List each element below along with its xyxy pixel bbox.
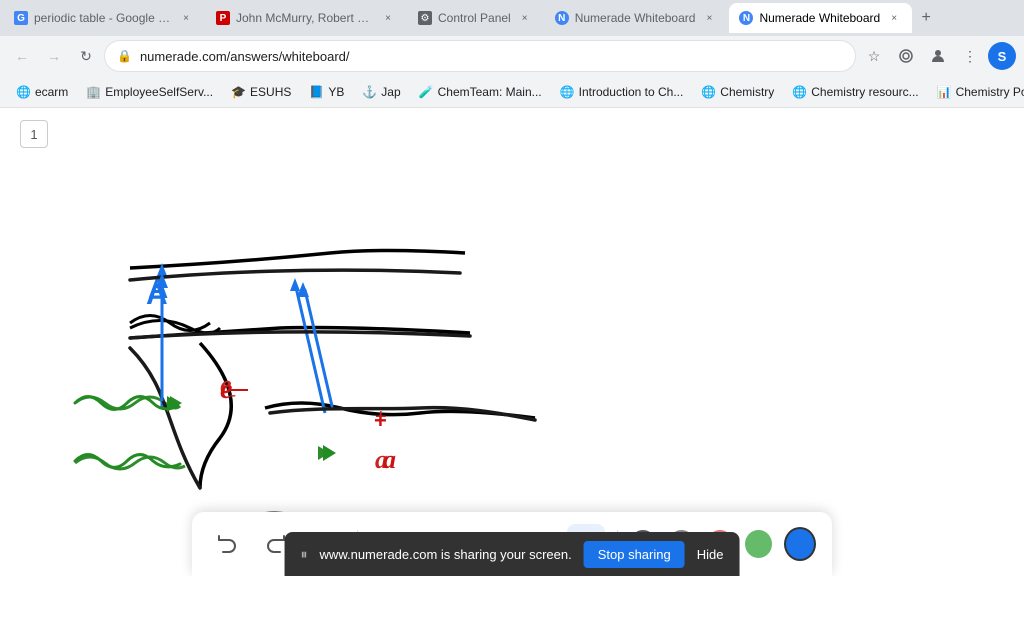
tab-title-1: periodic table - Google Search	[34, 11, 172, 25]
lock-icon: 🔒	[117, 49, 132, 63]
more-options-icon[interactable]: ⋮	[956, 42, 984, 70]
bookmark-label-yb: YB	[328, 85, 344, 99]
tab-bar: G periodic table - Google Search × P Joh…	[0, 0, 1024, 36]
bookmark-star-icon[interactable]: ☆	[860, 42, 888, 70]
bookmark-icon-esuhs: 🎓	[231, 85, 246, 99]
bookmark-jap[interactable]: ⚓ Jap	[354, 81, 408, 103]
browser-window: G periodic table - Google Search × P Joh…	[0, 0, 1024, 108]
bookmarks-bar: 🌐 ecarm 🏢 EmployeeSelfServ... 🎓 ESUHS 📘 …	[0, 76, 1024, 108]
bookmark-icon-chemteam: 🧪	[419, 85, 434, 99]
toolbar-right: ☆ ⋮ S	[860, 42, 1016, 70]
screen-share-bar: ⏸ www.numerade.com is sharing your scree…	[285, 532, 740, 576]
bookmark-icon-yb: 📘	[309, 85, 324, 99]
tab-title-3: Control Panel	[438, 11, 511, 25]
screenshare-message: www.numerade.com is sharing your screen.	[320, 547, 572, 562]
tab-close-5[interactable]: ×	[886, 10, 902, 26]
svg-text:+: +	[375, 406, 387, 428]
tab-mcmurry[interactable]: P John McMurry, Robert C. Fay... ×	[206, 3, 406, 33]
back-button[interactable]: ←	[8, 42, 36, 70]
bookmark-chemistry[interactable]: 🌐 Chemistry	[693, 81, 782, 103]
tab-close-3[interactable]: ×	[517, 10, 533, 26]
new-tab-button[interactable]: +	[914, 6, 938, 30]
bookmark-employee[interactable]: 🏢 EmployeeSelfServ...	[78, 81, 221, 103]
bookmark-yb[interactable]: 📘 YB	[301, 81, 352, 103]
tab-favicon-3: ⚙	[418, 11, 432, 25]
url-bar[interactable]: 🔒 numerade.com/answers/whiteboard/	[104, 40, 856, 72]
bookmark-label-intro: Introduction to Ch...	[579, 85, 684, 99]
bookmark-label-resources: Chemistry resourc...	[811, 85, 918, 99]
reload-button[interactable]: ↻	[72, 42, 100, 70]
bookmark-label-chemteam: ChemTeam: Main...	[438, 85, 542, 99]
profile-avatar[interactable]: S	[988, 42, 1016, 70]
tab-favicon-2: P	[216, 11, 230, 25]
tab-control-panel[interactable]: ⚙ Control Panel ×	[408, 3, 543, 33]
forward-button[interactable]: →	[40, 42, 68, 70]
tab-favicon-4: N	[555, 11, 569, 25]
tab-title-4: Numerade Whiteboard	[575, 11, 696, 25]
chrome-lens-icon[interactable]	[892, 42, 920, 70]
svg-text:a: a	[375, 445, 388, 474]
bookmark-chem-powerpoint[interactable]: 📊 Chemistry PowerP...	[929, 81, 1024, 103]
tab-numerade-5[interactable]: N Numerade Whiteboard ×	[729, 3, 912, 33]
bookmark-label-powerpoint: Chemistry PowerP...	[956, 85, 1024, 99]
tab-favicon-1: G	[14, 11, 28, 25]
drawing-svg: A e - a + ‡ ρ ‡ ρ	[0, 108, 1024, 576]
bookmark-ecarm[interactable]: 🌐 ecarm	[8, 81, 76, 103]
bookmark-label-chemistry: Chemistry	[720, 85, 774, 99]
tab-periodic-table[interactable]: G periodic table - Google Search ×	[4, 3, 204, 33]
bookmark-label-ecarm: ecarm	[35, 85, 68, 99]
address-bar: ← → ↻ 🔒 numerade.com/answers/whiteboard/…	[0, 36, 1024, 76]
tab-close-2[interactable]: ×	[380, 10, 396, 26]
url-text: numerade.com/answers/whiteboard/	[140, 49, 350, 64]
tab-favicon-5: N	[739, 11, 753, 25]
bookmark-icon-ecarm: 🌐	[16, 85, 31, 99]
tab-numerade-4[interactable]: N Numerade Whiteboard ×	[545, 3, 728, 33]
bookmark-intro-chem[interactable]: 🌐 Introduction to Ch...	[552, 81, 692, 103]
tab-close-1[interactable]: ×	[178, 10, 194, 26]
bookmark-label-jap: Jap	[381, 85, 400, 99]
bookmark-esuhs[interactable]: 🎓 ESUHS	[223, 81, 299, 103]
undo-button[interactable]	[208, 524, 246, 564]
bookmark-icon-jap: ⚓	[362, 85, 377, 99]
stop-sharing-button[interactable]: Stop sharing	[584, 541, 685, 568]
bookmark-label-esuhs: ESUHS	[250, 85, 291, 99]
bookmark-chem-resources[interactable]: 🌐 Chemistry resourc...	[784, 81, 926, 103]
canvas-area[interactable]: A e - a + ‡ ρ ‡ ρ	[0, 108, 1024, 576]
share-monitor-icon: ⏸	[301, 546, 308, 563]
color-green[interactable]	[745, 530, 772, 558]
account-icon[interactable]	[924, 42, 952, 70]
svg-text:A: A	[148, 273, 168, 304]
tab-close-4[interactable]: ×	[701, 10, 717, 26]
bookmark-icon-resources: 🌐	[792, 85, 807, 99]
bookmark-icon-powerpoint: 📊	[937, 85, 952, 99]
bookmark-icon-chemistry: 🌐	[701, 85, 716, 99]
bookmark-chemteam[interactable]: 🧪 ChemTeam: Main...	[411, 81, 550, 103]
bookmark-icon-intro: 🌐	[560, 85, 575, 99]
svg-text:-: -	[230, 384, 236, 404]
tab-title-5: Numerade Whiteboard	[759, 11, 880, 25]
tab-title-2: John McMurry, Robert C. Fay...	[236, 11, 374, 25]
bookmark-label-employee: EmployeeSelfServ...	[105, 85, 213, 99]
bookmark-icon-employee: 🏢	[86, 85, 101, 99]
hide-button[interactable]: Hide	[697, 547, 724, 562]
whiteboard-content: 1 A	[0, 108, 1024, 576]
color-blue[interactable]	[784, 527, 816, 561]
